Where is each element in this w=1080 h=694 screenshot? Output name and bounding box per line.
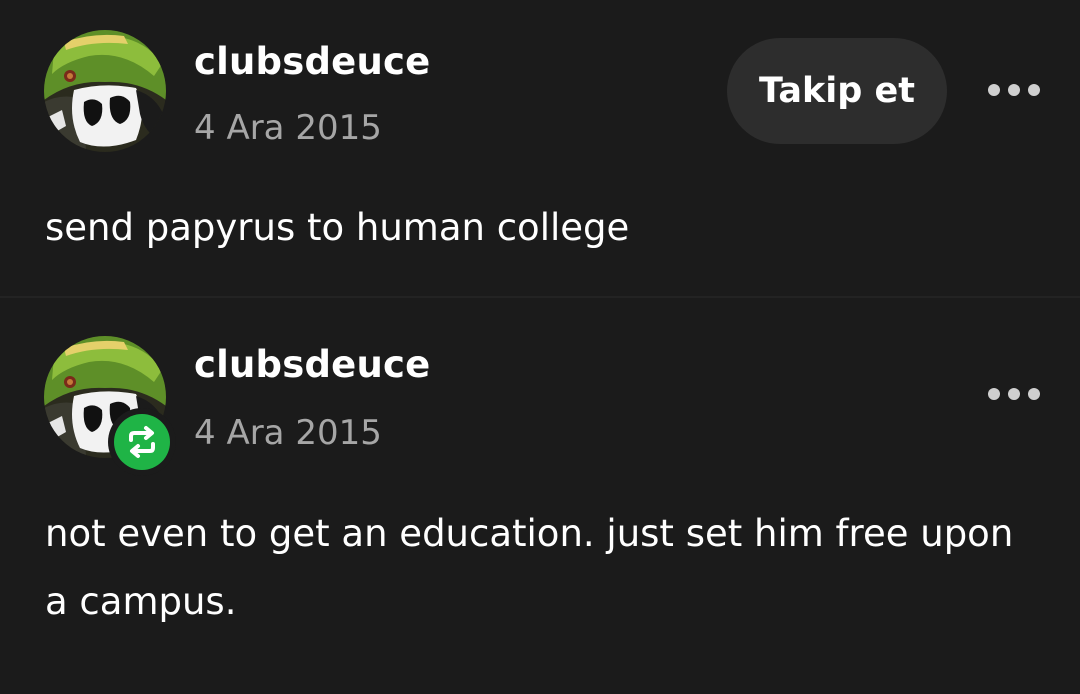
- post-date[interactable]: 4 Ara 2015: [194, 108, 382, 148]
- post-card: clubsdeuce 4 Ara 2015 Takip et send papy…: [0, 0, 1080, 296]
- post-date[interactable]: 4 Ara 2015: [194, 413, 382, 453]
- post-text: not even to get an education. just set h…: [45, 512, 1014, 623]
- dot: [988, 84, 1000, 96]
- username[interactable]: clubsdeuce: [194, 343, 430, 386]
- post-text: send papyrus to human college: [45, 206, 630, 249]
- dot: [1028, 388, 1040, 400]
- username[interactable]: clubsdeuce: [194, 40, 430, 83]
- avatar-image: [44, 30, 166, 152]
- reblog-arrows-icon: [129, 426, 155, 458]
- reblog-badge: [108, 408, 176, 476]
- avatar[interactable]: [44, 30, 166, 152]
- more-options-icon[interactable]: [988, 382, 1040, 406]
- post-card: clubsdeuce 4 Ara 2015 not even to get an…: [0, 296, 1080, 694]
- reblog-icon: [114, 414, 170, 470]
- more-options-icon[interactable]: [988, 78, 1040, 102]
- dot: [1028, 84, 1040, 96]
- follow-button[interactable]: Takip et: [727, 38, 947, 144]
- dot: [1008, 84, 1020, 96]
- dot: [988, 388, 1000, 400]
- dot: [1008, 388, 1020, 400]
